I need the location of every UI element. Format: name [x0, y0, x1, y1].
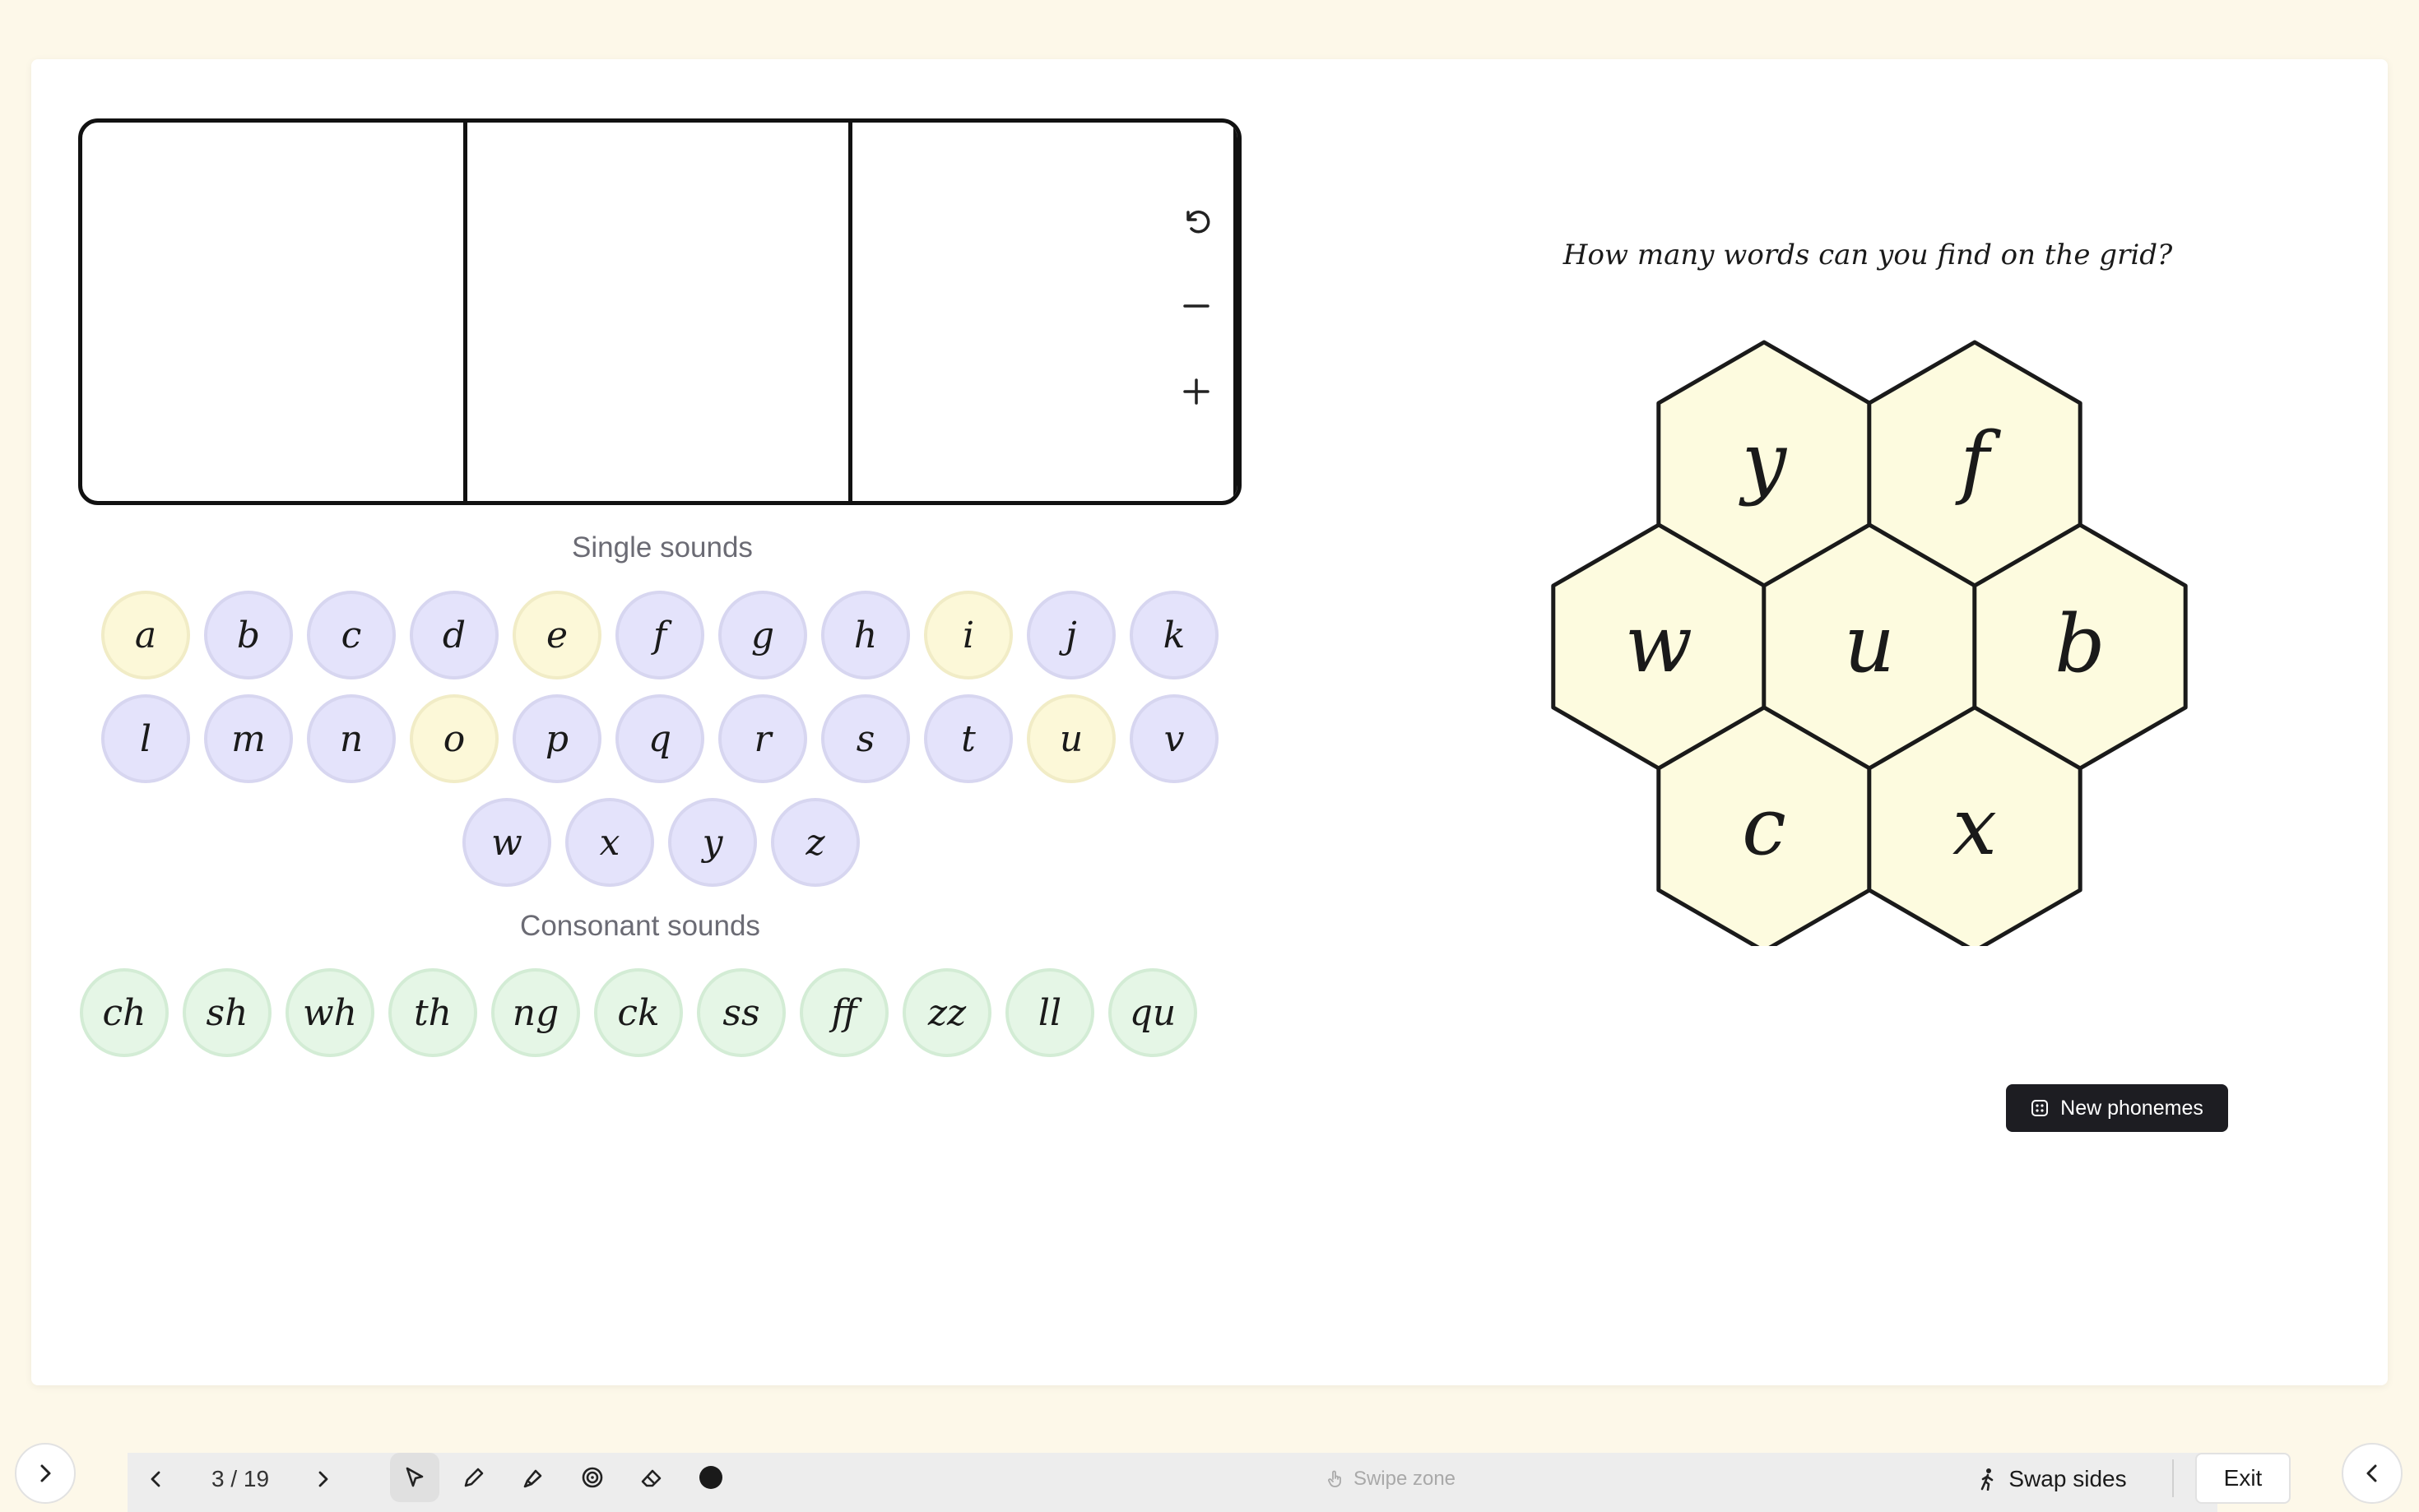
toolbar-divider — [2172, 1459, 2174, 1497]
board-tools — [1177, 201, 1216, 411]
sound-bubble-f[interactable]: f — [615, 591, 704, 679]
undo-icon — [1186, 210, 1210, 234]
color-picker-button[interactable] — [686, 1453, 736, 1502]
sound-bubble-i[interactable]: i — [924, 591, 1013, 679]
sound-bubble-r[interactable]: r — [718, 694, 807, 783]
sound-bubble-s[interactable]: s — [821, 694, 910, 783]
sound-bubble-a[interactable]: a — [101, 591, 190, 679]
sound-bubble-m[interactable]: m — [204, 694, 293, 783]
remove-box-button[interactable] — [1177, 286, 1216, 326]
hex-letter: c — [1742, 781, 1786, 873]
sound-bubble-k[interactable]: k — [1130, 591, 1219, 679]
sound-bubble-t[interactable]: t — [924, 694, 1013, 783]
sound-bubble-p[interactable]: p — [513, 694, 601, 783]
sound-bubble-y[interactable]: y — [668, 798, 757, 887]
eraser-icon — [641, 1469, 662, 1487]
select-tool-button[interactable] — [390, 1453, 439, 1502]
pen-icon — [464, 1468, 484, 1487]
plus-icon — [1183, 378, 1210, 405]
expand-left-button[interactable] — [15, 1443, 76, 1504]
sound-bubble-l[interactable]: l — [101, 694, 190, 783]
chevron-right-icon — [318, 1471, 328, 1487]
swipe-zone-text: Swipe zone — [1353, 1468, 1456, 1490]
single-sounds-label: Single sounds — [572, 531, 753, 564]
exit-button[interactable]: Exit — [2195, 1453, 2291, 1504]
sound-box[interactable] — [467, 123, 852, 501]
digraph-bubble-ll[interactable]: ll — [1005, 968, 1094, 1057]
digraph-bubble-wh[interactable]: wh — [286, 968, 374, 1057]
hex-letter: b — [2055, 598, 2105, 690]
sound-bubble-b[interactable]: b — [204, 591, 293, 679]
prev-page-button[interactable] — [138, 1461, 174, 1497]
hand-icon — [1328, 1470, 1341, 1487]
swap-sides-button[interactable]: Swap sides — [1970, 1461, 2134, 1497]
minus-icon — [1183, 304, 1210, 308]
hex-letter: w — [1625, 598, 1692, 690]
cursor-icon — [406, 1467, 424, 1487]
new-phonemes-label: New phonemes — [2060, 1096, 2203, 1120]
sound-bubble-z[interactable]: z — [771, 798, 860, 887]
sound-bubble-c[interactable]: c — [307, 591, 396, 679]
digraph-bubble-ng[interactable]: ng — [491, 968, 580, 1057]
sound-bubble-x[interactable]: x — [565, 798, 654, 887]
sound-bubble-d[interactable]: d — [410, 591, 499, 679]
digraph-bubble-th[interactable]: th — [388, 968, 477, 1057]
consonant-sounds-label: Consonant sounds — [520, 910, 760, 942]
chevron-right-icon — [40, 1464, 51, 1482]
swipe-zone[interactable] — [128, 1453, 2217, 1512]
sound-bubble-v[interactable]: v — [1130, 694, 1219, 783]
highlighter-tool-button[interactable] — [508, 1453, 558, 1502]
hex-grid: y fw u bc x — [1551, 340, 2188, 946]
next-page-button[interactable] — [304, 1461, 341, 1497]
hex-letter: u — [1844, 598, 1895, 690]
walking-person-icon — [1981, 1468, 1994, 1491]
page-indicator: 3 / 19 — [211, 1466, 270, 1491]
sound-bubble-w[interactable]: w — [462, 798, 551, 887]
add-box-button[interactable] — [1177, 372, 1216, 411]
digraph-bubble-ck[interactable]: ck — [594, 968, 683, 1057]
swap-sides-label: Swap sides — [2008, 1466, 2127, 1491]
digraph-bubble-zz[interactable]: zz — [903, 968, 991, 1057]
highlighter-icon — [523, 1469, 542, 1488]
chevron-left-icon — [2366, 1464, 2377, 1482]
digraph-bubble-ff[interactable]: ff — [800, 968, 889, 1057]
sound-bubble-n[interactable]: n — [307, 694, 396, 783]
hex-letter: y — [1739, 415, 1788, 508]
sound-bubble-h[interactable]: h — [821, 591, 910, 679]
sound-bubble-g[interactable]: g — [718, 591, 807, 679]
sound-bubble-q[interactable]: q — [615, 694, 704, 783]
chevron-left-icon — [151, 1471, 160, 1487]
expand-right-button[interactable] — [2342, 1443, 2403, 1504]
digraph-bubble-ch[interactable]: ch — [80, 968, 169, 1057]
digraph-bubble-qu[interactable]: qu — [1108, 968, 1197, 1057]
spiral-icon — [582, 1467, 603, 1488]
grid-question: How many words can you find on the grid? — [1562, 239, 2173, 271]
swipe-zone-label: Swipe zone — [1267, 1461, 1514, 1497]
sound-bubble-o[interactable]: o — [410, 694, 499, 783]
dice-icon — [2031, 1100, 2049, 1116]
new-phonemes-button[interactable]: New phonemes — [2006, 1084, 2228, 1132]
digraph-bubble-ss[interactable]: ss — [697, 968, 786, 1057]
reset-button[interactable] — [1177, 201, 1216, 240]
lasso-tool-button[interactable] — [568, 1453, 617, 1502]
sound-board[interactable] — [78, 118, 1242, 505]
digraph-bubble-sh[interactable]: sh — [183, 968, 272, 1057]
sound-bubble-j[interactable]: j — [1027, 591, 1116, 679]
pen-tool-button[interactable] — [449, 1453, 499, 1502]
sound-box[interactable] — [82, 123, 467, 501]
color-swatch-icon — [699, 1466, 722, 1489]
hex-letter: x — [1952, 781, 1997, 873]
sound-bubble-u[interactable]: u — [1027, 694, 1116, 783]
sound-bubble-e[interactable]: e — [513, 591, 601, 679]
eraser-tool-button[interactable] — [627, 1453, 676, 1502]
